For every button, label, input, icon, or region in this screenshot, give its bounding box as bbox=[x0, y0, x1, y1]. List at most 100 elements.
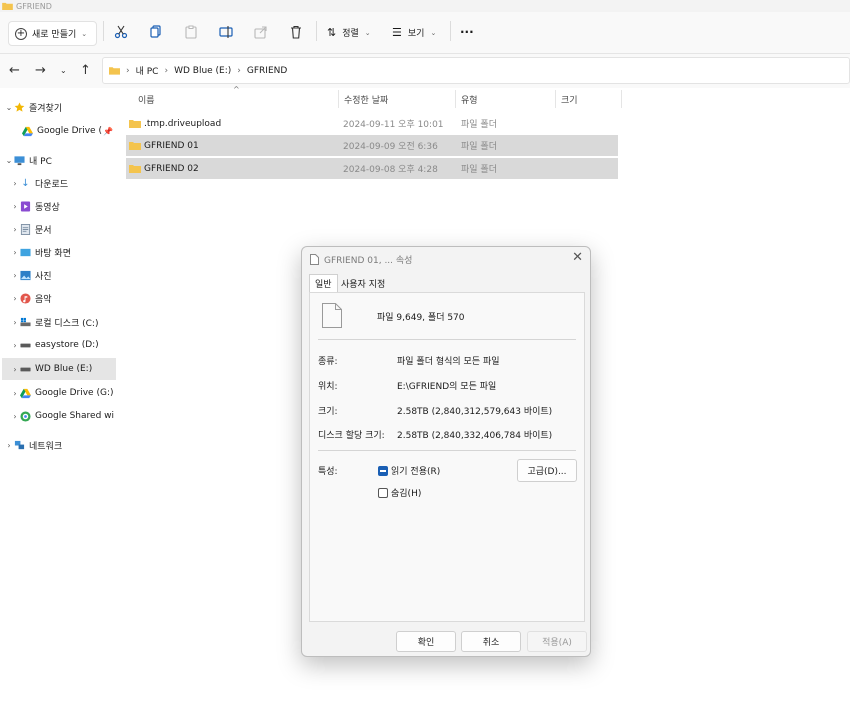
size-value: 2.58TB (2,840,312,579,643 바이트) bbox=[397, 407, 553, 417]
chevron-right-icon[interactable]: › bbox=[10, 294, 20, 303]
tab-customize[interactable]: 사용자 지정 bbox=[336, 274, 390, 292]
file-date: 2024-09-09 오전 6:36 bbox=[343, 142, 438, 152]
location-value: E:\GFRIEND의 모든 파일 bbox=[397, 382, 497, 392]
sidebar-item-documents[interactable]: › 문서 bbox=[10, 218, 126, 240]
view-button[interactable]: ☰ 보기 ⌄ bbox=[392, 26, 436, 39]
column-header-date[interactable]: 수정한 날짜 bbox=[344, 88, 388, 110]
file-row[interactable]: .tmp.driveupload 2024-09-11 오후 10:01 파일 … bbox=[126, 113, 618, 134]
file-row[interactable]: GFRIEND 02 2024-09-08 오후 4:28 파일 폴더 bbox=[126, 158, 618, 179]
chevron-right-icon[interactable]: › bbox=[10, 202, 20, 211]
divider bbox=[318, 339, 576, 340]
document-icon bbox=[20, 223, 31, 235]
advanced-button-label: 고급(D)... bbox=[527, 467, 567, 477]
chevron-down-icon[interactable]: ⌄ bbox=[4, 103, 14, 112]
cut-button[interactable] bbox=[113, 24, 129, 40]
copy-button[interactable] bbox=[148, 24, 164, 40]
chevron-down-icon: ⌄ bbox=[81, 29, 88, 38]
advanced-button[interactable]: 고급(D)... bbox=[517, 459, 577, 482]
rename-button[interactable] bbox=[218, 24, 234, 40]
close-icon[interactable]: ✕ bbox=[572, 250, 583, 265]
sidebar-item-wd-blue-e[interactable]: › WD Blue (E:) bbox=[2, 358, 116, 380]
recent-locations-chevron-icon[interactable]: ⌄ bbox=[60, 66, 67, 75]
sidebar-item-downloads[interactable]: › ↓ 다운로드 bbox=[10, 172, 126, 194]
column-divider[interactable] bbox=[621, 90, 622, 108]
dialog-title: GFRIEND 01, ... 속성 bbox=[324, 256, 413, 266]
sidebar-item-network[interactable]: › 네트워크 bbox=[4, 434, 120, 456]
chevron-right-icon[interactable]: › bbox=[10, 389, 20, 398]
sidebar-item-pictures[interactable]: › 사진 bbox=[10, 264, 126, 286]
sort-icon: ⇅ bbox=[327, 26, 337, 39]
kind-label: 종류: bbox=[318, 357, 338, 367]
column-divider[interactable] bbox=[555, 90, 556, 108]
breadcrumb-item[interactable]: WD Blue (E:) bbox=[174, 66, 231, 76]
address-bar[interactable]: › 내 PC › WD Blue (E:) › GFRIEND bbox=[102, 57, 850, 84]
sidebar-item-google-drive-g[interactable]: › Google Drive (G:) bbox=[10, 382, 126, 404]
chevron-right-icon[interactable]: › bbox=[10, 248, 20, 257]
sidebar-item-label: 내 PC bbox=[29, 156, 52, 167]
delete-button[interactable] bbox=[288, 24, 304, 40]
forward-arrow-icon[interactable]: → bbox=[35, 63, 46, 78]
sidebar-item-label: 바탕 화면 bbox=[35, 248, 71, 259]
chevron-right-icon[interactable]: › bbox=[10, 365, 20, 374]
window-title: GFRIEND bbox=[16, 1, 52, 11]
chevron-right-icon[interactable]: › bbox=[10, 179, 20, 188]
sidebar-item-favorites[interactable]: ⌄ 즐겨찾기 bbox=[4, 96, 120, 118]
toolbar-divider bbox=[316, 21, 317, 41]
toolbar-divider bbox=[103, 21, 104, 41]
column-header-type[interactable]: 유형 bbox=[461, 88, 478, 110]
breadcrumb-item[interactable]: 내 PC bbox=[136, 64, 159, 77]
file-row[interactable]: GFRIEND 01 2024-09-09 오전 6:36 파일 폴더 bbox=[126, 135, 618, 156]
column-divider[interactable] bbox=[338, 90, 339, 108]
chevron-right-icon[interactable]: › bbox=[10, 341, 20, 350]
folder-icon bbox=[129, 142, 141, 150]
more-options-button[interactable]: ··· bbox=[460, 25, 474, 39]
tab-label: 사용자 지정 bbox=[341, 279, 386, 290]
share-button[interactable] bbox=[253, 24, 269, 40]
sort-ascending-indicator-icon: ^ bbox=[233, 85, 240, 94]
paste-button[interactable] bbox=[183, 24, 199, 40]
chevron-right-icon[interactable]: › bbox=[10, 318, 20, 327]
folder-icon bbox=[129, 165, 141, 173]
paste-icon bbox=[185, 25, 197, 39]
tab-general[interactable]: 일반 bbox=[309, 274, 338, 292]
sidebar-item-label: 음악 bbox=[35, 294, 52, 305]
sidebar-item-this-pc[interactable]: ⌄ 내 PC bbox=[4, 149, 120, 171]
size-label: 크기: bbox=[318, 407, 338, 417]
sidebar-item-local-disk-c[interactable]: › 로컬 디스크 (C:) bbox=[10, 311, 126, 333]
chevron-right-icon[interactable]: › bbox=[10, 271, 20, 280]
back-arrow-icon[interactable]: ← bbox=[9, 63, 20, 78]
hidden-checkbox[interactable]: 숨김(H) bbox=[378, 486, 421, 499]
tab-label: 일반 bbox=[315, 280, 332, 290]
music-icon bbox=[20, 292, 31, 304]
sidebar-item-videos[interactable]: › 동영상 bbox=[10, 195, 126, 217]
sidebar-item-label: Google Drive (G:) bbox=[35, 388, 114, 398]
column-header-size[interactable]: 크기 bbox=[561, 88, 578, 110]
sidebar-item-google-shared[interactable]: › Google Shared wi bbox=[10, 405, 126, 427]
readonly-checkbox[interactable]: 읽기 전용(R) bbox=[378, 464, 440, 477]
star-icon bbox=[14, 101, 25, 112]
ok-button[interactable]: 확인 bbox=[396, 631, 456, 652]
sidebar-item-label: 네트워크 bbox=[29, 441, 63, 452]
properties-dialog: GFRIEND 01, ... 속성 ✕ 일반 사용자 지정 파일 9,649,… bbox=[301, 246, 591, 657]
sort-button[interactable]: ⇅ 정렬 ⌄ bbox=[327, 26, 371, 39]
copy-icon bbox=[150, 25, 161, 38]
apply-button[interactable]: 적용(A) bbox=[527, 631, 587, 652]
breadcrumb-item[interactable]: GFRIEND bbox=[247, 66, 287, 76]
cancel-button[interactable]: 취소 bbox=[461, 631, 521, 652]
sidebar-item-label: Google Drive ( bbox=[37, 126, 102, 136]
chevron-right-icon[interactable]: › bbox=[4, 441, 14, 450]
sidebar-item-music[interactable]: › 음악 bbox=[10, 287, 126, 309]
dialog-title-bar[interactable]: GFRIEND 01, ... 속성 bbox=[310, 253, 412, 266]
column-divider[interactable] bbox=[455, 90, 456, 108]
photo-icon bbox=[20, 270, 31, 280]
chevron-down-icon[interactable]: ⌄ bbox=[4, 156, 14, 165]
chevron-right-icon: › bbox=[237, 65, 241, 76]
chevron-right-icon[interactable]: › bbox=[10, 225, 20, 234]
sidebar-item-desktop[interactable]: › 바탕 화면 bbox=[10, 241, 126, 263]
sidebar-item-easystore-d[interactable]: › easystore (D:) bbox=[10, 334, 126, 356]
chevron-right-icon: › bbox=[164, 65, 169, 76]
up-arrow-icon[interactable]: ↑ bbox=[80, 63, 91, 78]
new-button[interactable]: + 새로 만들기 ⌄ bbox=[8, 21, 97, 46]
column-header-name[interactable]: 이름 bbox=[138, 88, 155, 110]
chevron-right-icon[interactable]: › bbox=[10, 412, 20, 421]
